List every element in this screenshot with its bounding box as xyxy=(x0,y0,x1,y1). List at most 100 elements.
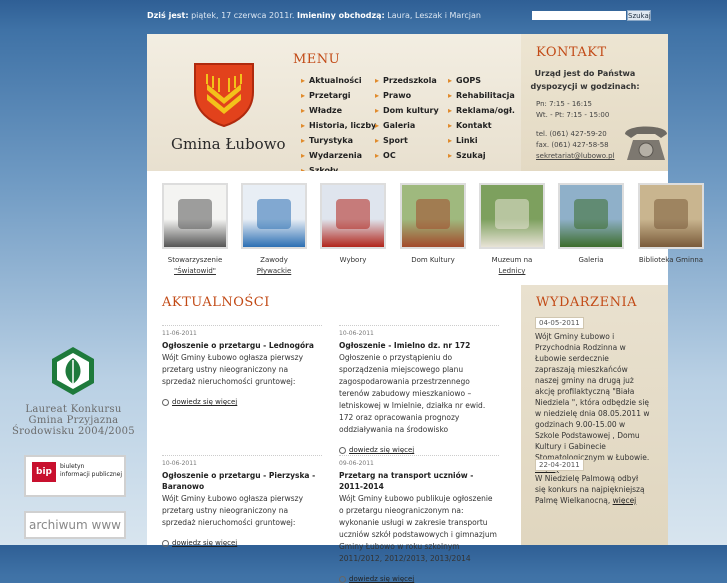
menu-item[interactable]: ▸ Prawo xyxy=(375,91,411,100)
menu-item-label: Turystyka xyxy=(309,136,353,145)
menu-item[interactable]: ▸ Dom kultury xyxy=(375,106,439,115)
bip-text: biuletyn informacji publicznej xyxy=(60,463,122,479)
contact-email-link[interactable]: sekretariat@lubowo.pl xyxy=(536,152,615,160)
read-more-link[interactable]: dowiedz się więcej xyxy=(339,575,499,583)
contact-phone: tel. (061) 427-59-20 xyxy=(536,130,607,138)
arrow-icon: ▸ xyxy=(448,151,453,160)
arrow-icon: ▸ xyxy=(375,91,380,100)
news-title[interactable]: Ogłoszenie o przetargu - Pierzyska - Bar… xyxy=(162,470,322,492)
bip-line2: informacji publicznej xyxy=(60,471,123,478)
news-title[interactable]: Ogłoszenie o przetargu - Lednogóra xyxy=(162,340,322,351)
menu-item[interactable]: ▸ Rehabilitacja xyxy=(448,91,515,100)
menu-item[interactable]: ▸ Wydarzenia xyxy=(301,151,362,160)
event-date: 22-04-2011 xyxy=(535,459,584,471)
gallery-item[interactable]: Galeria xyxy=(556,183,626,266)
telephone-icon xyxy=(625,126,667,160)
arrow-icon: ▸ xyxy=(375,106,380,115)
menu-item[interactable]: ▸ GOPS xyxy=(448,76,481,85)
archive-link[interactable]: archiwum www xyxy=(24,511,126,539)
menu-item[interactable]: ▸ Przedszkola xyxy=(375,76,437,85)
gallery-item[interactable]: Dom Kultury xyxy=(398,183,468,266)
menu-item[interactable]: ▸ Władze xyxy=(301,106,342,115)
coin-icon xyxy=(336,199,370,229)
hours-mon: Pn: 7:15 - 16:15 xyxy=(536,100,592,108)
menu-item[interactable]: ▸ OC xyxy=(375,151,396,160)
read-more-link[interactable]: dowiedz się więcej xyxy=(339,446,499,454)
menu-title: MENU xyxy=(293,52,341,67)
bullet-icon xyxy=(339,575,346,583)
coat-of-arms-icon xyxy=(194,63,254,128)
gallery-item[interactable]: Stowarzyszenie "Światowid" xyxy=(160,183,230,277)
menu-item[interactable]: ▸ Historia, liczby xyxy=(301,121,376,130)
news-title[interactable]: Ogłoszenie - Imielno dz. nr 172 xyxy=(339,340,499,351)
date-line: Dziś jest: piątek, 17 czerwca 2011r. Imi… xyxy=(147,11,481,20)
read-more-link[interactable]: dowiedz się więcej xyxy=(162,398,322,406)
date-label: Dziś jest: xyxy=(147,11,189,20)
gallery-label-line1: Stowarzyszenie xyxy=(167,256,223,264)
menu-item-label: Przedszkola xyxy=(383,76,437,85)
contact-box: KONTAKT Urząd jest do Państwa dyspozycji… xyxy=(521,34,668,171)
logo-area[interactable]: Gmina Łubowo xyxy=(147,34,287,171)
gallery-label-line1: Zawody xyxy=(260,256,288,264)
gallery-label: Muzeum na Lednicy xyxy=(477,255,547,277)
news-date: 09-06-2011 xyxy=(339,455,499,467)
arrow-icon: ▸ xyxy=(448,106,453,115)
menu-item-label: Rehabilitacja xyxy=(456,91,515,100)
bip-link[interactable]: bip biuletyn informacji publicznej xyxy=(24,455,126,497)
gallery-label-line1: Wybory xyxy=(339,256,367,264)
eco-award-logo-icon[interactable] xyxy=(50,346,96,396)
gallery-item[interactable]: Biblioteka Gminna xyxy=(636,183,706,266)
gallery-label: Stowarzyszenie "Światowid" xyxy=(160,255,230,277)
arrow-icon: ▸ xyxy=(375,136,380,145)
contact-description: Urząd jest do Państwa dyspozycji w godzi… xyxy=(530,69,640,91)
arrow-icon: ▸ xyxy=(301,91,306,100)
news-title: AKTUALNOŚCI xyxy=(162,295,270,310)
menu-item[interactable]: ▸ Aktualności xyxy=(301,76,362,85)
gallery-item[interactable]: Muzeum na Lednicy xyxy=(477,183,547,277)
event-item: W Niedzielę Palmową odbył się konkurs na… xyxy=(535,473,651,506)
arrow-icon: ▸ xyxy=(448,136,453,145)
menu-item-label: Dom kultury xyxy=(383,106,439,115)
menu-item[interactable]: ▸ Sport xyxy=(375,136,408,145)
arrow-icon: ▸ xyxy=(301,121,306,130)
arrow-icon: ▸ xyxy=(301,76,306,85)
gallery-item[interactable]: Wybory xyxy=(318,183,388,266)
gallery-thumbnail xyxy=(638,183,704,249)
menu-item-label: Galeria xyxy=(383,121,416,130)
news-date: 10-06-2011 xyxy=(339,325,499,337)
bullet-icon xyxy=(162,398,169,406)
news-title[interactable]: Przetarg na transport uczniów - 2011-201… xyxy=(339,470,499,492)
event-item: Wójt Gminy Łubowo i Przychodnia Rodzinna… xyxy=(535,331,651,474)
menu-item-label: Szukaj xyxy=(456,151,486,160)
contact-fax: fax. (061) 427-58-58 xyxy=(536,141,609,149)
menu-item[interactable]: ▸ Szukaj xyxy=(448,151,486,160)
menu-item[interactable]: ▸ Galeria xyxy=(375,121,415,130)
award-text: Laureat Konkursu Gmina Przyjazna Środowi… xyxy=(12,404,135,437)
faces-drawing-icon xyxy=(178,199,212,229)
arrow-icon: ▸ xyxy=(301,151,306,160)
news-date: 11-06-2011 xyxy=(162,325,322,337)
arrow-icon: ▸ xyxy=(448,91,453,100)
menu-item-label: Władze xyxy=(309,106,343,115)
menu-item-label: GOPS xyxy=(456,76,482,85)
read-more-link[interactable]: dowiedz się więcej xyxy=(162,539,322,547)
gallery-thumbnail xyxy=(162,183,228,249)
event-more-link[interactable]: więcej xyxy=(613,496,637,505)
top-bar: Dziś jest: piątek, 17 czerwca 2011r. Imi… xyxy=(0,0,727,34)
gallery-label-line2: Pływackie xyxy=(256,267,292,275)
menu-item[interactable]: ▸ Reklama/ogł. xyxy=(448,106,515,115)
event-body: Wójt Gminy Łubowo i Przychodnia Rodzinna… xyxy=(535,332,650,462)
search-input[interactable] xyxy=(532,11,626,20)
menu-item[interactable]: ▸ Linki xyxy=(448,136,478,145)
arrow-icon: ▸ xyxy=(448,121,453,130)
gallery-item[interactable]: Zawody Pływackie xyxy=(239,183,309,277)
menu-item[interactable]: ▸ Przetargi xyxy=(301,91,351,100)
news-body: Wójt Gminy Łubowo publikuje ogłoszenie o… xyxy=(339,494,497,563)
menu-item[interactable]: ▸ Turystyka xyxy=(301,136,353,145)
lake-icon xyxy=(574,199,608,229)
gallery-label-line2: Lednicy xyxy=(498,267,526,275)
bullet-icon xyxy=(162,539,169,547)
menu-item[interactable]: ▸ Kontakt xyxy=(448,121,492,130)
search-button[interactable]: Szukaj xyxy=(627,10,651,21)
news-section: AKTUALNOŚCI 11-06-2011 Ogłoszenie o przet… xyxy=(147,285,521,583)
